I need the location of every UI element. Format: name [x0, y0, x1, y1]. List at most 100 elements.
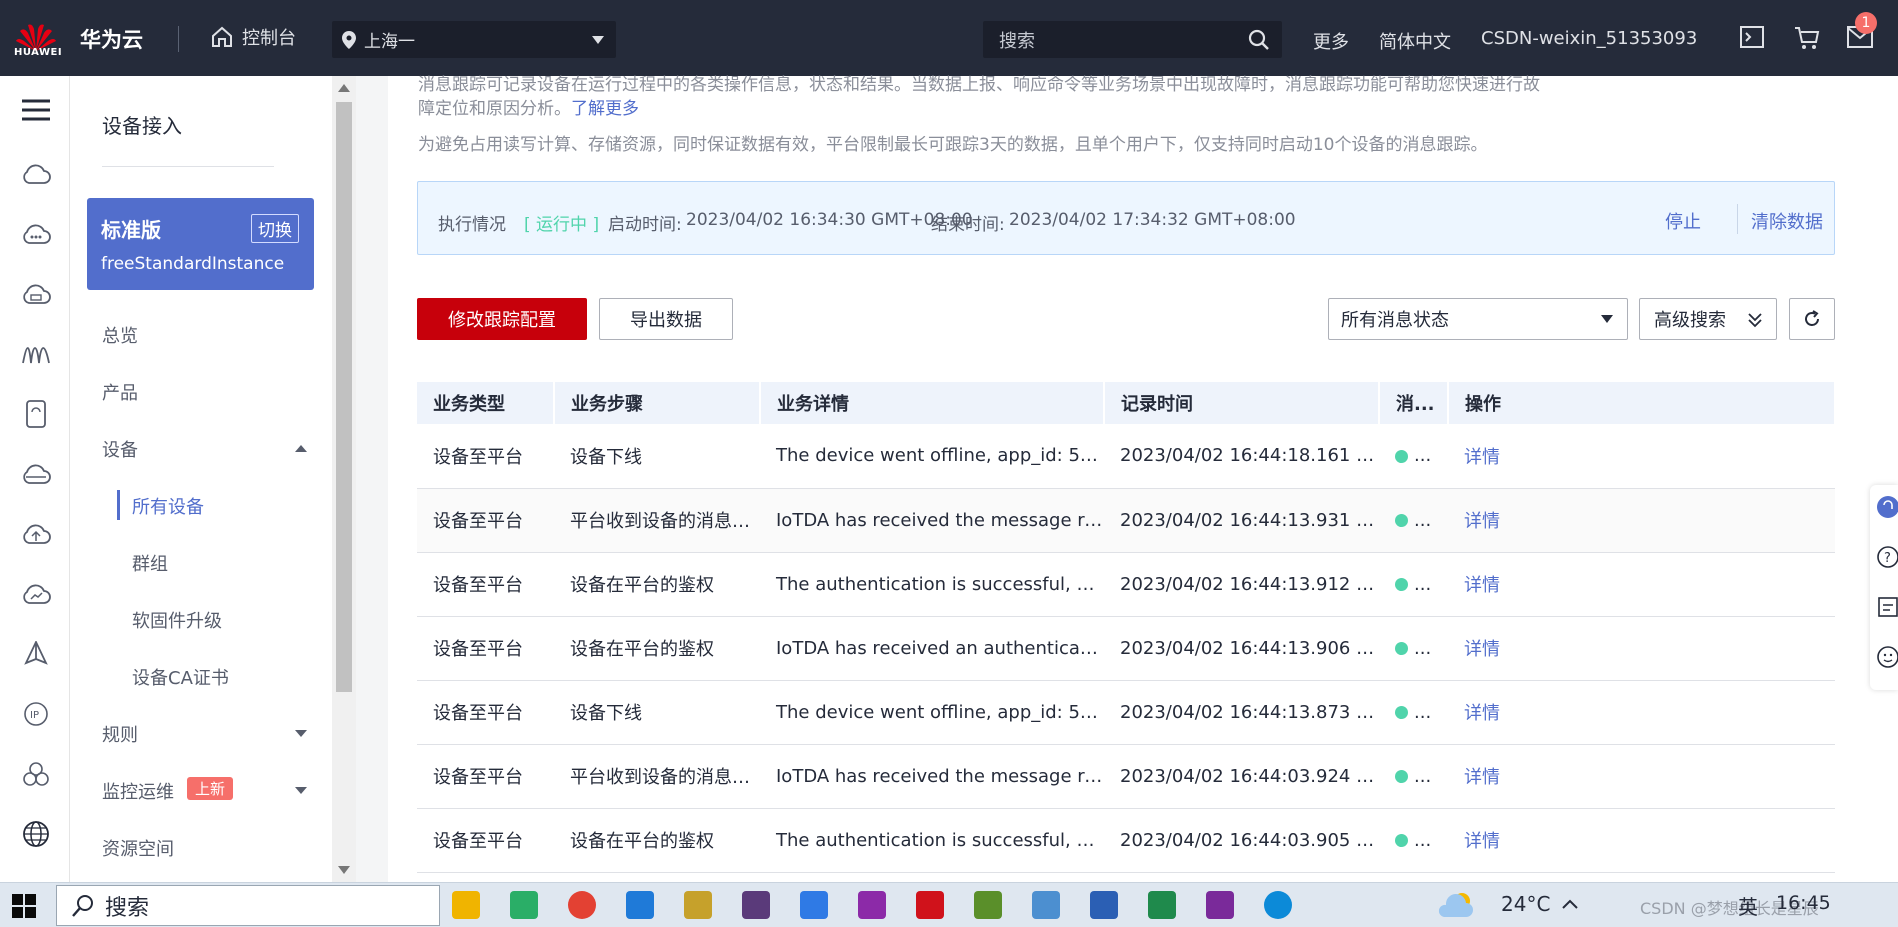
temperature-text: 24°C [1501, 892, 1551, 916]
sidebar-item-resource-space[interactable]: 资源空间 [102, 835, 174, 861]
app-icon[interactable] [1032, 891, 1060, 919]
chevron-down-icon [592, 36, 604, 44]
column-header-operation: 操作 [1448, 382, 1836, 424]
table-row: 设备至平台 设备在平台的鉴权 The authentication is suc… [417, 552, 1835, 617]
chevron-up-icon[interactable] [295, 445, 307, 452]
file-explorer-icon[interactable] [452, 891, 480, 919]
region-selector[interactable]: 上海一 [332, 21, 616, 58]
column-header-step[interactable]: 业务步骤 [554, 382, 761, 424]
switch-instance-button[interactable]: 切换 [251, 214, 299, 243]
youdao-icon[interactable] [916, 891, 944, 919]
ip-icon[interactable]: IP [20, 698, 52, 730]
sidebar-item-firmware[interactable]: 软固件升级 [132, 607, 222, 633]
sidebar-item-monitor[interactable]: 监控运维 [102, 778, 174, 804]
export-data-button[interactable]: 导出数据 [599, 298, 733, 340]
modify-config-button[interactable]: 修改跟踪配置 [417, 298, 587, 340]
column-header-time[interactable]: 记录时间 [1104, 382, 1380, 424]
brand-name[interactable]: 华为云 [80, 24, 143, 54]
message-status-select[interactable]: 所有消息状态 [1328, 298, 1628, 340]
details-link[interactable]: 详情 [1448, 744, 1835, 809]
phone-icon[interactable] [20, 398, 52, 430]
sidebar-item-device[interactable]: 设备 [102, 436, 138, 462]
sidebar-item-overview[interactable]: 总览 [102, 322, 138, 348]
scroll-up-icon[interactable] [338, 84, 350, 92]
details-link[interactable]: 详情 [1448, 424, 1835, 489]
help-icon[interactable]: ? [1874, 545, 1898, 569]
sidebar-item-group[interactable]: 群组 [132, 550, 168, 576]
divider [102, 166, 274, 167]
vscode-icon[interactable] [626, 891, 654, 919]
app-icon[interactable] [742, 891, 770, 919]
learn-more-link[interactable]: 了解更多 [571, 99, 639, 119]
scrollbar-thumb[interactable] [336, 102, 352, 692]
cell-detail: The authentication is successful, device… [760, 808, 1104, 873]
details-link[interactable]: 详情 [1448, 680, 1835, 745]
cluster-icon[interactable] [20, 758, 52, 790]
cloud-more-icon[interactable] [20, 218, 52, 250]
ime-indicator[interactable]: 英 [1738, 891, 1758, 920]
divider [1737, 204, 1738, 234]
cloud-upload-icon[interactable] [20, 518, 52, 550]
service-sidebar: 设备接入 标准版 切换 freeStandardInstance 总览 产品 设… [70, 76, 332, 882]
sail-icon[interactable] [20, 638, 52, 670]
onenote-icon[interactable] [1206, 891, 1234, 919]
clock-text[interactable]: 16:45 [1776, 892, 1831, 914]
console-link[interactable]: 控制台 [210, 22, 296, 52]
user-account-menu[interactable]: CSDN-weixin_51353093 [1481, 28, 1697, 49]
taskbar-search-input[interactable]: 搜索 [56, 885, 440, 926]
cloud-database-icon[interactable] [20, 278, 52, 310]
more-menu[interactable]: 更多 [1313, 28, 1349, 54]
column-header-type[interactable]: 业务类型 [417, 382, 555, 424]
details-link[interactable]: 详情 [1448, 808, 1835, 873]
advanced-search-button[interactable]: 高级搜索 [1639, 298, 1777, 340]
chrome-icon[interactable] [568, 891, 596, 919]
column-header-detail[interactable]: 业务详情 [760, 382, 1105, 424]
stop-button[interactable]: 停止 [1665, 208, 1701, 234]
sidebar-item-ca-cert[interactable]: 设备CA证书 [132, 664, 229, 690]
status-dot-icon [1395, 514, 1408, 527]
wechat-icon[interactable] [510, 891, 538, 919]
customer-service-icon[interactable] [1874, 495, 1898, 519]
onenote-icon[interactable] [858, 891, 886, 919]
visio-icon[interactable] [1148, 891, 1176, 919]
globe-icon[interactable] [20, 818, 52, 850]
cell-time: 2023/04/02 16:44:13.906 GMT+08:00 [1104, 616, 1379, 681]
details-link[interactable]: 详情 [1448, 488, 1835, 553]
app-icon[interactable] [684, 891, 712, 919]
edge-icon[interactable] [1264, 891, 1292, 919]
cloud-monitor-icon[interactable] [20, 578, 52, 610]
scroll-down-icon[interactable] [338, 866, 350, 874]
column-header-status[interactable]: 消... [1379, 382, 1449, 424]
language-selector[interactable]: 简体中文 [1379, 28, 1451, 54]
details-link[interactable]: 详情 [1448, 552, 1835, 617]
search-icon[interactable] [1248, 29, 1270, 51]
sidebar-item-rules[interactable]: 规则 [102, 721, 138, 747]
details-link[interactable]: 详情 [1448, 616, 1835, 681]
chevron-down-icon[interactable] [295, 787, 307, 794]
cell-type: 设备至平台 [417, 616, 554, 681]
home-icon [212, 26, 232, 47]
terminal-icon[interactable] [1740, 26, 1764, 48]
chevron-up-icon[interactable] [1562, 899, 1578, 909]
weather-icon[interactable] [1436, 891, 1476, 919]
cloud-server-icon[interactable] [20, 158, 52, 190]
word-icon[interactable] [1090, 891, 1118, 919]
smiley-icon[interactable] [1874, 645, 1898, 669]
feedback-icon[interactable] [1874, 595, 1898, 619]
sidebar-item-product[interactable]: 产品 [102, 379, 138, 405]
menu-icon[interactable] [20, 94, 52, 126]
cell-status: ... [1379, 808, 1448, 873]
cloud-sync-icon[interactable] [20, 458, 52, 490]
app-icon[interactable] [974, 891, 1002, 919]
chevron-down-icon[interactable] [295, 730, 307, 737]
refresh-button[interactable] [1789, 298, 1835, 340]
global-search-input[interactable]: 搜索 [983, 21, 1282, 58]
windows-start-icon[interactable] [12, 894, 36, 918]
sidebar-scrollbar[interactable] [332, 76, 356, 882]
cart-icon[interactable] [1794, 26, 1820, 50]
wave-icon[interactable] [20, 338, 52, 370]
sidebar-item-all-devices[interactable]: 所有设备 [132, 493, 204, 519]
clear-data-button[interactable]: 清除数据 [1751, 208, 1823, 234]
feishu-icon[interactable] [800, 891, 828, 919]
table-row: 设备至平台 设备下线 The device went offline, app_… [417, 680, 1835, 745]
